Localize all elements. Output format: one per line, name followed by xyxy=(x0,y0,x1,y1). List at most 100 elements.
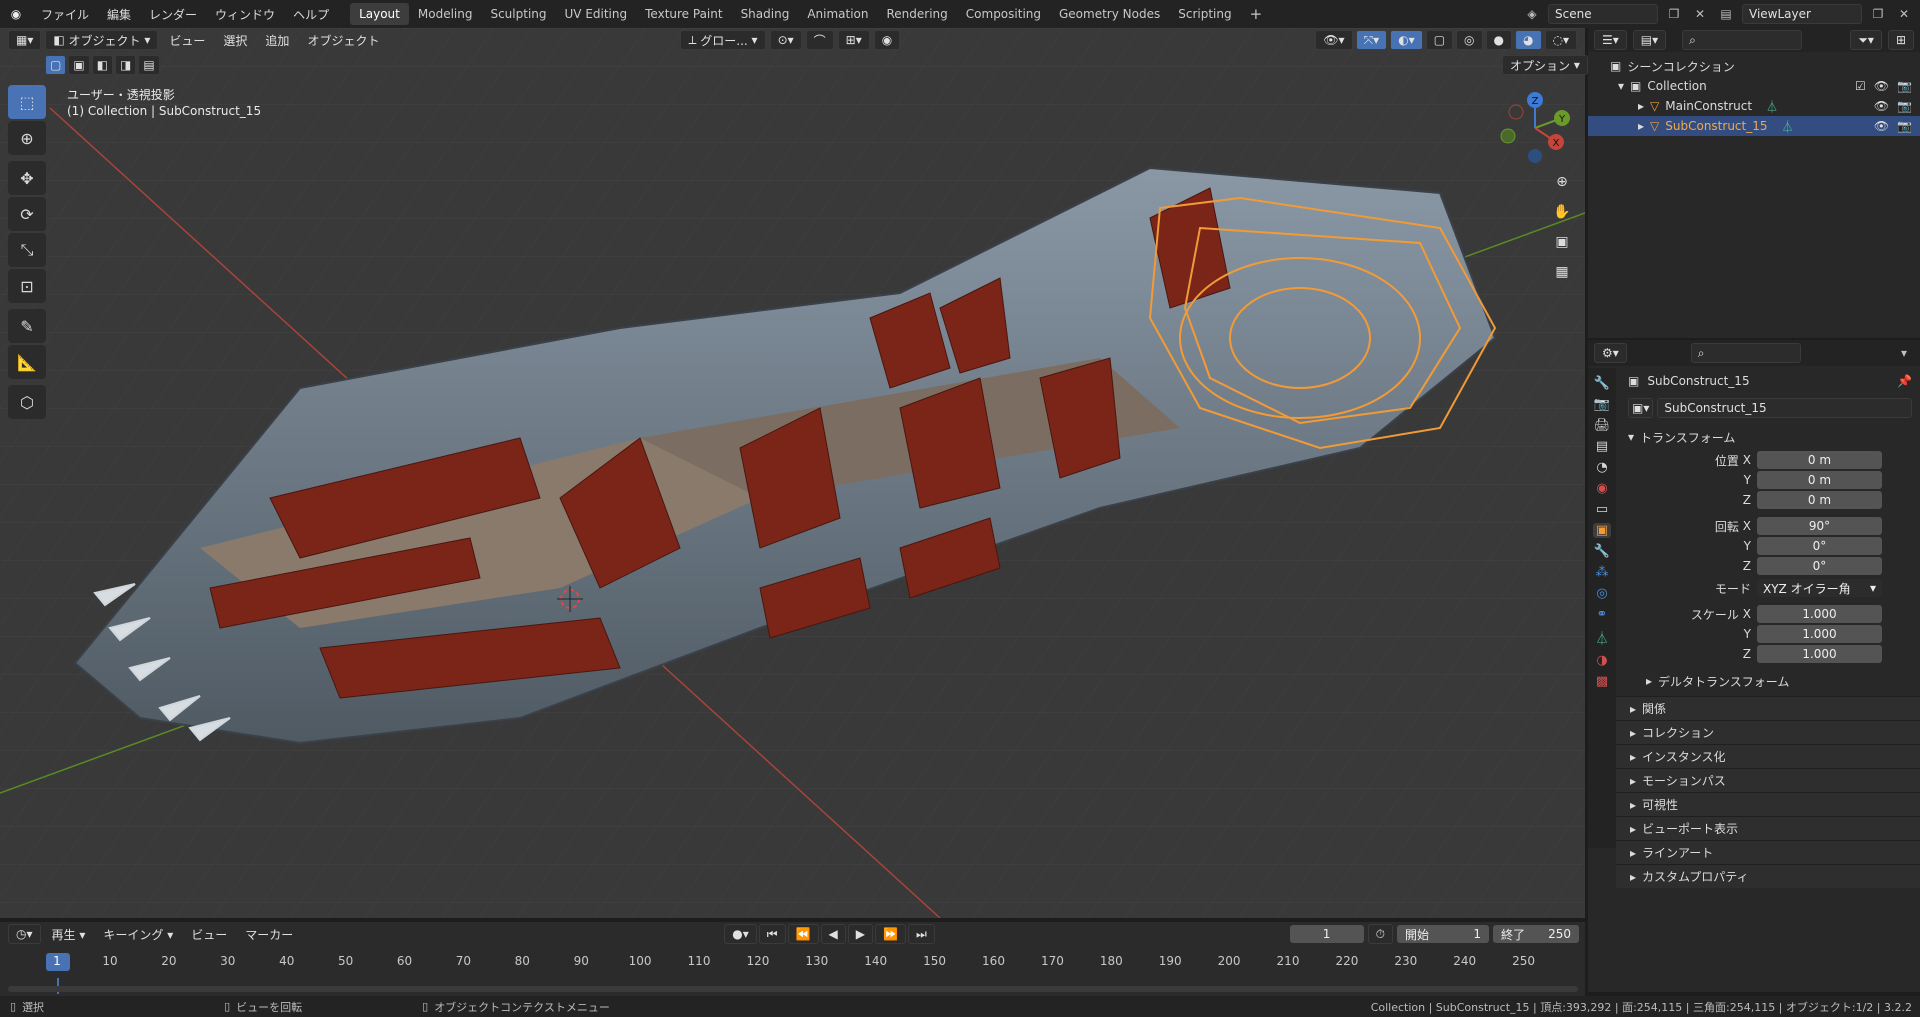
zoom-icon[interactable]: ⊕ xyxy=(1548,168,1576,196)
select-box-new-icon[interactable]: ▢ xyxy=(45,55,67,75)
measure-tool-icon[interactable]: 📐 xyxy=(8,345,46,379)
menu-edit[interactable]: 編集 xyxy=(98,6,140,23)
editor-type-icon[interactable]: ▦▾ xyxy=(8,30,42,50)
outliner-item-subconstruct[interactable]: ▸ ▽ SubConstruct_15 ⏃ 👁 📷 xyxy=(1588,116,1920,136)
scale-tool-icon[interactable]: ⤡ xyxy=(8,233,46,267)
transform-tool-icon[interactable]: ⊡ xyxy=(8,269,46,303)
close-viewlayer-icon[interactable]: ✕ xyxy=(1894,4,1914,24)
location-z-field[interactable]: 0 m xyxy=(1757,491,1882,509)
tool-tab-icon[interactable]: 🔧 xyxy=(1594,376,1610,391)
tab-scripting[interactable]: Scripting xyxy=(1169,3,1240,25)
collection-row[interactable]: ▾ ▣ Collection ☑ 👁 📷 xyxy=(1588,76,1920,96)
overlay-toggle-icon[interactable]: ◐▾ xyxy=(1390,30,1423,50)
viewlayer-field[interactable]: ViewLayer xyxy=(1742,4,1862,24)
transform-panel-header[interactable]: ▾ トランスフォーム xyxy=(1628,424,1912,450)
outliner-editor-type-icon[interactable]: ☰▾ xyxy=(1594,30,1627,50)
eye-icon[interactable]: 👁 xyxy=(1874,119,1889,133)
select-box-subtract-icon[interactable]: ◧ xyxy=(91,55,114,75)
material-tab-icon[interactable]: ◑ xyxy=(1596,653,1607,668)
camera-icon[interactable]: ▣ xyxy=(1548,228,1576,256)
tab-compositing[interactable]: Compositing xyxy=(957,3,1050,25)
scene-tab-icon[interactable]: ◔ xyxy=(1596,460,1607,475)
scene-field[interactable]: Scene xyxy=(1548,4,1658,24)
data-tab-icon[interactable]: ⏃ xyxy=(1595,628,1608,647)
location-x-field[interactable]: 0 m xyxy=(1757,451,1882,469)
camera-render-icon[interactable]: 📷 xyxy=(1897,99,1912,113)
world-tab-icon[interactable]: ◉ xyxy=(1596,481,1607,496)
pan-hand-icon[interactable]: ✋ xyxy=(1548,198,1576,226)
filter-icon[interactable]: ⏷▾ xyxy=(1850,30,1882,50)
gizmo-neg-z-icon[interactable] xyxy=(1528,149,1542,163)
panel-custom-properties[interactable]: ▸ カスタムプロパティ xyxy=(1616,864,1920,888)
scale-z-field[interactable]: 1.000 xyxy=(1757,645,1882,663)
cursor-tool-icon[interactable]: ⊕ xyxy=(8,121,46,155)
menu-add[interactable]: 追加 xyxy=(258,32,296,49)
proportional-icon[interactable]: ◉ xyxy=(873,30,901,50)
delta-transform-subpanel[interactable]: ▸ デルタトランスフォーム xyxy=(1628,668,1912,694)
annotate-tool-icon[interactable]: ✎ xyxy=(8,309,46,343)
rotation-z-field[interactable]: 0° xyxy=(1757,557,1882,575)
display-mode-icon[interactable]: ▤▾ xyxy=(1632,30,1667,50)
transform-orientation-select[interactable]: ⟂ グロー... ▾ xyxy=(680,30,766,50)
object-tab-icon[interactable]: ▣ xyxy=(1592,523,1612,538)
checkbox-icon[interactable]: ☑ xyxy=(1855,79,1866,93)
camera-render-icon[interactable]: 📷 xyxy=(1897,119,1912,133)
menu-view[interactable]: ビュー xyxy=(162,32,212,49)
tab-animation[interactable]: Animation xyxy=(798,3,877,25)
menu-render[interactable]: レンダー xyxy=(140,6,206,23)
rotation-mode-select[interactable]: XYZ オイラー角 ▾ xyxy=(1757,579,1882,597)
ortho-grid-icon[interactable]: ▦ xyxy=(1548,258,1576,286)
panel-relations[interactable]: ▸ 関係 xyxy=(1616,696,1920,720)
material-shading-icon[interactable]: ◕ xyxy=(1515,30,1542,50)
timeline-scrollbar[interactable] xyxy=(8,986,1578,992)
expand-icon[interactable]: ▸ xyxy=(1638,119,1644,133)
properties-editor-type-icon[interactable]: ⚙▾ xyxy=(1594,343,1627,363)
menu-select[interactable]: 選択 xyxy=(216,32,254,49)
gizmo-neg-x-icon[interactable] xyxy=(1508,104,1524,120)
menu-window[interactable]: ウィンドウ xyxy=(206,6,284,23)
move-tool-icon[interactable]: ✥ xyxy=(8,161,46,195)
tab-rendering[interactable]: Rendering xyxy=(878,3,957,25)
navigation-gizmo[interactable]: Z Y X xyxy=(1490,88,1570,168)
close-scene-icon[interactable]: ✕ xyxy=(1690,4,1710,24)
gizmo-toggle-icon[interactable]: ⤧▾ xyxy=(1355,30,1388,50)
scale-x-field[interactable]: 1.000 xyxy=(1757,605,1882,623)
physics-tab-icon[interactable]: ◎ xyxy=(1596,586,1607,601)
tab-modeling[interactable]: Modeling xyxy=(409,3,482,25)
mode-select[interactable]: ◧ オブジェクト ▾ xyxy=(45,30,159,50)
constraints-tab-icon[interactable]: ⚭ xyxy=(1597,607,1608,622)
panel-instancing[interactable]: ▸ インスタンス化 xyxy=(1616,744,1920,768)
copy-viewlayer-icon[interactable]: ❐ xyxy=(1868,4,1888,24)
properties-options-icon[interactable]: ▾ xyxy=(1894,343,1914,363)
gizmo-neg-y-icon[interactable] xyxy=(1500,128,1516,144)
particles-tab-icon[interactable]: ⁂ xyxy=(1596,565,1609,580)
tab-geometry-nodes[interactable]: Geometry Nodes xyxy=(1050,3,1169,25)
collapse-icon[interactable]: ▾ xyxy=(1618,79,1624,93)
scale-y-field[interactable]: 1.000 xyxy=(1757,625,1882,643)
snap-icon[interactable]: ⌒ xyxy=(805,30,834,50)
tab-sculpting[interactable]: Sculpting xyxy=(481,3,555,25)
snap-target-icon[interactable]: ⊞▾ xyxy=(837,30,870,50)
menu-object[interactable]: オブジェクト xyxy=(300,32,386,49)
tab-shading[interactable]: Shading xyxy=(732,3,799,25)
expand-icon[interactable]: ▸ xyxy=(1638,99,1644,113)
rotate-tool-icon[interactable]: ⟳ xyxy=(8,197,46,231)
tab-uv-editing[interactable]: UV Editing xyxy=(556,3,637,25)
pivot-icon[interactable]: ⊙▾ xyxy=(769,30,802,50)
tab-layout[interactable]: Layout xyxy=(350,3,409,25)
add-workspace-icon[interactable]: + xyxy=(1241,1,1272,27)
properties-search-input[interactable]: ⌕ xyxy=(1690,343,1801,363)
mesh-data-icon[interactable]: ⏃ xyxy=(1766,98,1778,115)
solid-shading-icon[interactable]: ● xyxy=(1485,30,1513,50)
scene-collection-row[interactable]: ▣ シーンコレクション xyxy=(1588,56,1920,76)
panel-line-art[interactable]: ▸ ラインアート xyxy=(1616,840,1920,864)
eye-icon[interactable]: 👁 xyxy=(1874,99,1889,113)
modifier-tab-icon[interactable]: 🔧 xyxy=(1594,544,1610,559)
select-box-tool-icon[interactable]: ⬚ xyxy=(8,85,46,119)
select-box-intersect-icon[interactable]: ▤ xyxy=(138,55,160,75)
menu-help[interactable]: ヘルプ xyxy=(284,6,338,23)
xray-icon[interactable]: ▢ xyxy=(1425,30,1454,50)
select-box-extend-icon[interactable]: ▣ xyxy=(68,55,90,75)
collection-tab-icon[interactable]: ▭ xyxy=(1596,502,1608,517)
options-dropdown[interactable]: オプション ▾ xyxy=(1502,55,1588,75)
